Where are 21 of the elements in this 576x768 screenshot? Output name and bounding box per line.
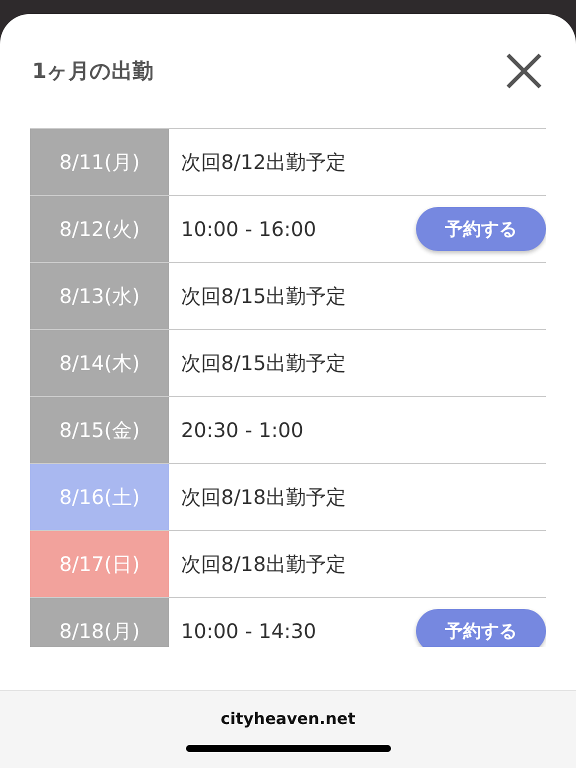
close-icon[interactable] — [506, 53, 542, 89]
schedule-text: 次回8/12出勤予定 — [181, 148, 346, 176]
schedule-text: 20:30 - 1:00 — [181, 418, 304, 442]
schedule-text: 次回8/15出勤予定 — [181, 350, 346, 376]
date-cell: 8/11(月) — [30, 129, 169, 195]
reserve-button[interactable]: 予約する — [416, 207, 546, 251]
schedule-text: 次回8/18出勤予定 — [181, 484, 346, 510]
date-cell: 8/17(日) — [30, 531, 169, 597]
schedule-text: 10:00 - 14:30 — [181, 619, 316, 643]
schedule-text: 10:00 - 16:00 — [181, 217, 316, 241]
modal-title: 1ヶ月の出勤 — [32, 58, 154, 85]
schedule-text: 次回8/15出勤予定 — [181, 282, 346, 310]
date-cell: 8/16(土) — [30, 464, 169, 530]
date-cell: 8/14(木) — [30, 330, 169, 396]
date-cell: 8/13(水) — [30, 263, 169, 329]
date-cell: 8/18(月) — [30, 598, 169, 647]
date-cell: 8/12(火) — [30, 196, 169, 262]
schedule-text: 次回8/18出勤予定 — [181, 550, 346, 578]
url-text: cityheaven.net — [220, 709, 356, 728]
reserve-button[interactable]: 予約する — [416, 609, 546, 647]
date-cell: 8/15(金) — [30, 397, 169, 463]
